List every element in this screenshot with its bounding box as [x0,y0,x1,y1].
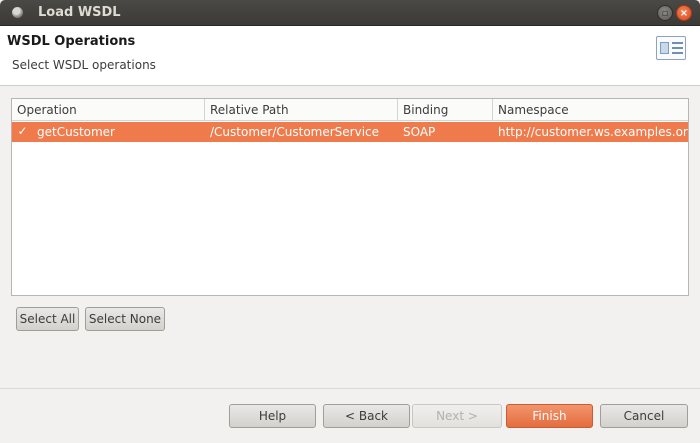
footer-divider [0,388,700,389]
back-button[interactable]: < Back [323,404,410,428]
table-header: Operation Relative Path Binding Namespac… [12,99,688,121]
close-icon[interactable]: × [676,5,692,21]
page-description: Select WSDL operations [12,58,156,72]
cell-relative-path: /Customer/CustomerService [210,125,380,139]
next-button[interactable]: Next > [412,404,502,428]
window-menu-icon[interactable] [12,7,23,18]
column-header-operation[interactable]: Operation [12,99,205,121]
help-button[interactable]: Help [229,404,316,428]
finish-button[interactable]: Finish [506,404,593,428]
wizard-header: WSDL Operations Select WSDL operations [0,26,700,86]
window-titlebar[interactable]: Load WSDL ▫ × [0,0,700,26]
column-header-namespace[interactable]: Namespace [493,99,688,121]
table-row[interactable]: ✓ getCustomer /Customer/CustomerService … [12,122,688,142]
cell-namespace: http://customer.ws.examples.ora [498,125,689,139]
column-header-binding[interactable]: Binding [398,99,493,121]
cell-operation: getCustomer [37,125,115,139]
maximize-icon[interactable]: ▫ [657,5,673,21]
window-title: Load WSDL [38,5,121,20]
cancel-button[interactable]: Cancel [600,404,688,428]
select-none-button[interactable]: Select None [85,307,165,331]
column-header-relative-path[interactable]: Relative Path [205,99,398,121]
page-title: WSDL Operations [7,34,136,49]
checkbox-checked-icon[interactable]: ✓ [16,125,29,138]
operations-table[interactable]: Operation Relative Path Binding Namespac… [11,98,689,296]
wizard-document-icon [656,36,686,60]
cell-binding: SOAP [403,125,436,139]
select-all-button[interactable]: Select All [16,307,79,331]
